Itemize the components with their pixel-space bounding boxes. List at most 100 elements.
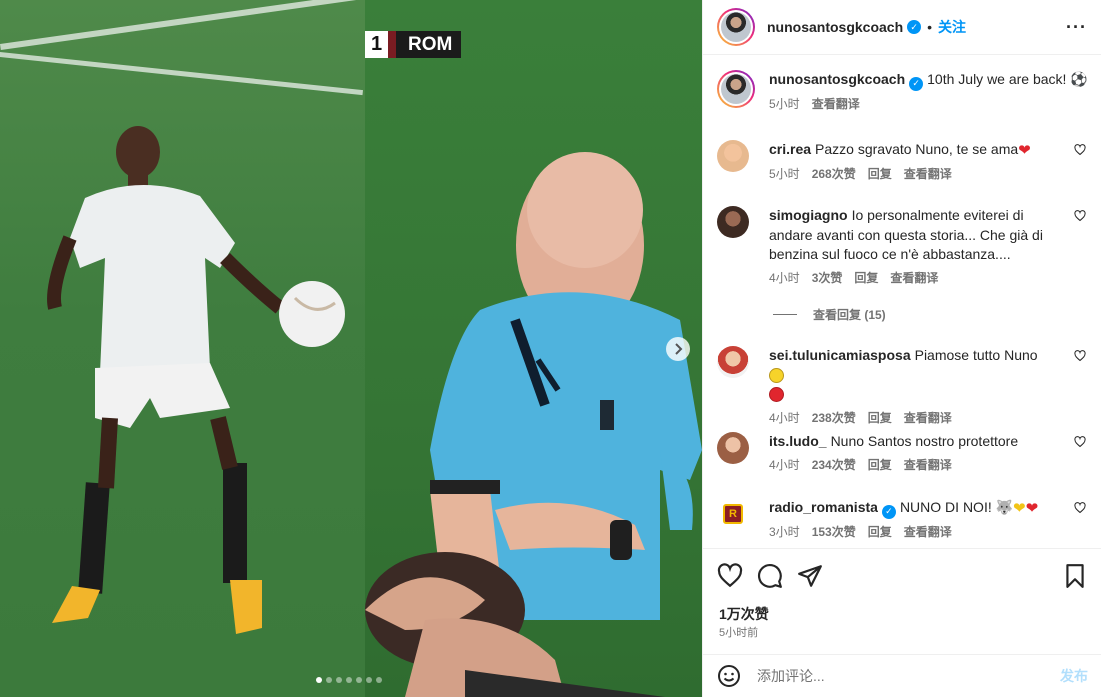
like-comment-icon[interactable] [1074,144,1086,156]
like-comment-icon[interactable] [1074,350,1086,362]
commenter-avatar[interactable] [717,140,749,172]
carousel-dot[interactable] [346,677,352,683]
carousel-dot[interactable] [326,677,332,683]
view-replies-button[interactable]: 查看回复 (15) [773,306,886,323]
verified-icon: ✓ [881,504,896,519]
comment-username[interactable]: cri.rea [769,141,811,157]
share-icon[interactable] [797,563,823,589]
comment-item: sei.tulunicamiasposa Piamose tutto Nuno 4… [717,346,1088,428]
comment-time[interactable]: 4小时 [769,456,800,476]
comment-likes[interactable]: 238次赞 [812,409,856,429]
post-header: nunosantosgkcoach ✓ • 关注 ··· [703,0,1101,55]
comment-text: NUNO DI NOI! [899,499,992,515]
player-figure [47,126,345,634]
add-comment-bar: 发布 [703,654,1101,697]
separator: • [927,19,933,35]
emoji-icon[interactable] [717,664,741,688]
like-comment-icon[interactable] [1074,210,1086,222]
header-username[interactable]: nunosantosgkcoach [767,19,903,35]
scoreboard: 1 ROM [365,31,462,58]
post-comment-button[interactable]: 发布 [1060,666,1088,686]
pitch-line [0,0,363,50]
carousel-dot[interactable] [376,677,382,683]
comments-list: nunosantosgkcoach ✓ 10th July we are back!… [703,56,1101,548]
post-media[interactable]: 1 ROM [0,0,702,697]
next-slide-button[interactable] [666,337,690,361]
commenter-avatar[interactable] [717,432,749,464]
comment-item: simogiagno Io personalmente eviterei di a… [717,206,1088,288]
caption-time[interactable]: 5小时 [769,95,800,115]
comment-time[interactable]: 4小时 [769,269,800,289]
carousel-dot[interactable] [366,677,372,683]
comment-likes[interactable]: 234次赞 [812,456,856,476]
carousel-dots [316,677,382,683]
yellow-circle-emoji-icon [769,367,784,383]
post-sidebar: nunosantosgkcoach ✓ • 关注 ··· nunosantosg… [702,0,1101,697]
comment-username[interactable]: sei.tulunicamiasposa [769,347,911,363]
carousel-dot[interactable] [316,677,322,683]
verified-icon: ✓ [907,20,922,34]
translate-button[interactable]: 查看翻译 [812,95,860,115]
comment-time[interactable]: 3小时 [769,523,800,543]
reply-button[interactable]: 回复 [868,165,892,185]
media-right-panel: 1 ROM [365,0,702,697]
reply-button[interactable]: 回复 [868,456,892,476]
translate-button[interactable]: 查看翻译 [904,409,952,429]
media-left-panel [0,0,365,697]
red-circle-emoji-icon [769,387,784,402]
comment-username[interactable]: simogiagno [769,207,848,223]
bookmark-icon[interactable] [1062,563,1088,589]
translate-button[interactable]: 查看翻译 [890,269,938,289]
wolf-emoji-icon: 🐺 [995,499,1014,515]
verified-icon: ✓ [909,76,924,91]
yellow-heart-emoji-icon: ❤ [1013,500,1026,517]
score-separator [388,31,396,58]
commenter-avatar[interactable] [717,206,749,238]
chevron-right-icon [675,343,683,355]
score-value: 1 [365,31,388,58]
like-icon[interactable] [717,563,743,589]
like-comment-icon[interactable] [1074,502,1086,514]
post-actions: 1万次赞 5小时前 [703,548,1101,654]
comment-icon[interactable] [757,563,783,589]
like-comment-icon[interactable] [1074,436,1086,448]
likes-count[interactable]: 1万次赞 [719,604,769,624]
comment-item: its.ludo_ Nuno Santos nostro protettore 4… [717,432,1088,475]
follow-button[interactable]: 关注 [938,17,966,37]
player-head-figure [365,552,665,697]
translate-button[interactable]: 查看翻译 [904,523,952,543]
caption-text: 10th July we are back! ⚽ [927,71,1088,87]
comment-likes[interactable]: 268次赞 [812,165,856,185]
comment-username[interactable]: radio_romanista [769,499,878,515]
reply-button[interactable]: 回复 [868,409,892,429]
comment-username[interactable]: its.ludo_ [769,433,827,449]
more-options-icon[interactable]: ··· [1066,17,1087,38]
comment-time[interactable]: 5小时 [769,165,800,185]
translate-button[interactable]: 查看翻译 [904,165,952,185]
score-team: ROM [396,31,462,58]
comment-text: Piamose tutto Nuno [914,347,1038,363]
reply-button[interactable]: 回复 [868,523,892,543]
comment-time[interactable]: 4小时 [769,409,800,429]
comment-text: Pazzo sgravato Nuno, te se ama [815,141,1019,157]
carousel-dot[interactable] [336,677,342,683]
comment-likes[interactable]: 3次赞 [812,269,843,289]
comment-item: R radio_romanista ✓ NUNO DI NOI! 🐺❤❤ 3小时 1… [717,498,1088,542]
post-time[interactable]: 5小时前 [719,624,758,640]
replies-divider [773,314,797,315]
view-replies-label: 查看回复 (15) [813,308,886,322]
commenter-avatar[interactable] [717,346,749,378]
translate-button[interactable]: 查看翻译 [904,456,952,476]
caption-username[interactable]: nunosantosgkcoach [769,71,905,87]
reply-button[interactable]: 回复 [854,269,878,289]
comment-likes[interactable]: 153次赞 [812,523,856,543]
avatar[interactable] [717,70,755,108]
commenter-avatar[interactable]: R [717,498,749,530]
comment-text: Nuno Santos nostro protettore [830,433,1019,449]
comment-item: cri.rea Pazzo sgravato Nuno, te se ama❤ 5… [717,140,1088,184]
avatar[interactable] [717,8,755,46]
heart-emoji-icon: ❤ [1018,142,1031,159]
carousel-dot[interactable] [356,677,362,683]
red-heart-emoji-icon: ❤ [1025,500,1039,517]
comment-input[interactable] [757,668,1060,684]
